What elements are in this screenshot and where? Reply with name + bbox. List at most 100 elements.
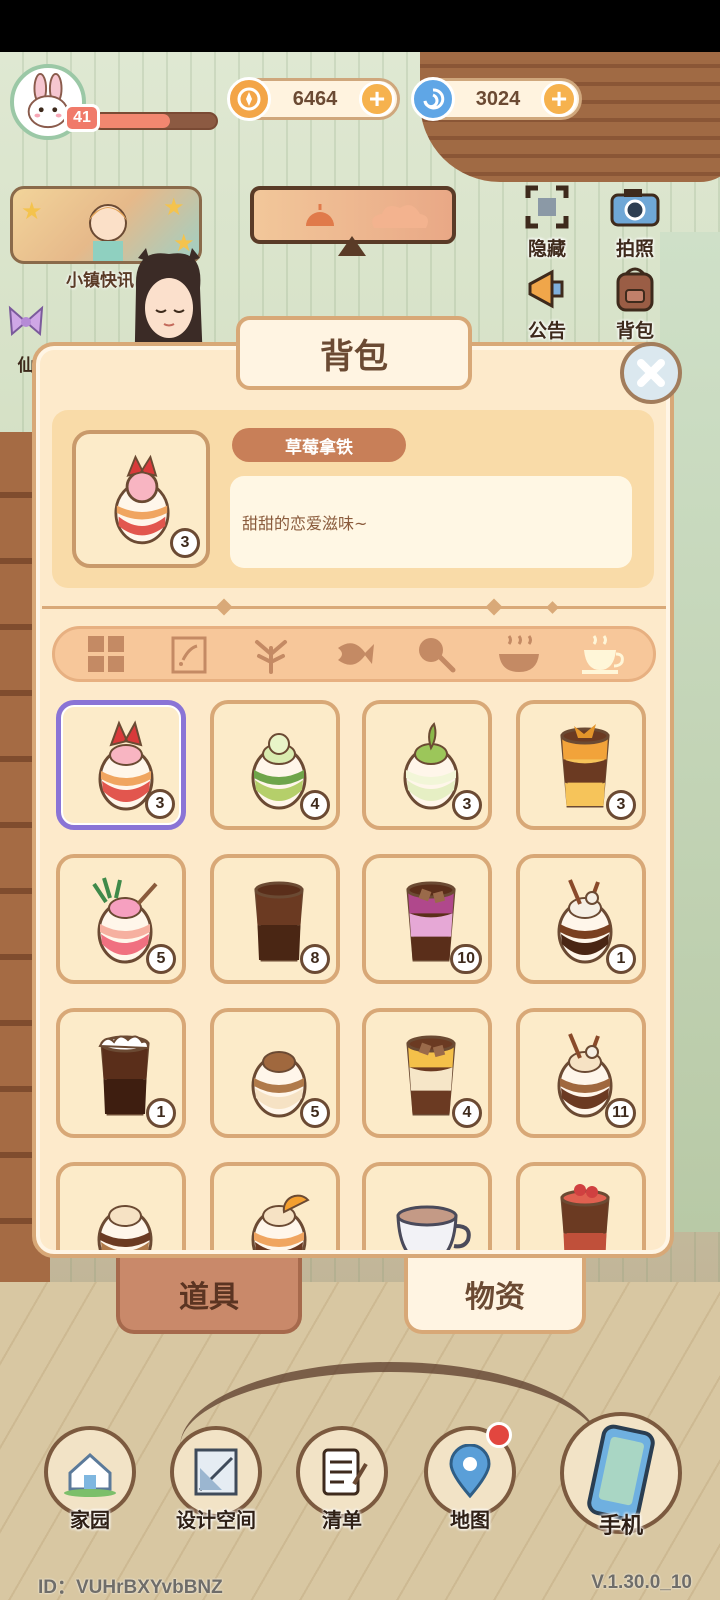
inventory-slot[interactable] (362, 1162, 492, 1250)
coin-counter: 6464 + (227, 77, 400, 121)
star-icon: ★ (21, 197, 43, 225)
item-count: 4 (300, 790, 330, 820)
camera-button[interactable]: 拍照 (600, 180, 670, 261)
nav-design-label: 设计空间 (176, 1508, 256, 1532)
nav-home[interactable]: 家园 (40, 1426, 140, 1533)
coffee-cup-icon (581, 635, 624, 674)
level-badge: 41 (64, 104, 100, 132)
inventory-slot[interactable] (516, 1162, 646, 1250)
announcement-label: 公告 (527, 320, 566, 342)
inventory-slot[interactable]: 11 (516, 1008, 646, 1138)
camera-icon (608, 180, 662, 234)
xp-progress-fill (94, 114, 170, 128)
item-count: 1 (146, 1098, 176, 1128)
selected-item-name: 草莓拿铁 (232, 428, 406, 462)
fish-icon (337, 643, 374, 665)
category-tab-bar (52, 626, 656, 682)
item-count: 5 (300, 1098, 330, 1128)
modal-title: 背包 (236, 316, 472, 390)
map-notification-badge (486, 1422, 512, 1448)
latte-cup-drink-icon (396, 1205, 471, 1250)
inventory-slot[interactable]: 5 (210, 1008, 340, 1138)
version-label: V.1.30.0_10 (591, 1572, 692, 1593)
item-count: 3 (606, 790, 636, 820)
strawberry-latte-icon (114, 454, 170, 545)
hide-frame-icon (520, 180, 574, 234)
close-button[interactable] (620, 342, 682, 404)
hot-bowl-icon (499, 635, 540, 672)
tab-items[interactable]: 道具 (116, 1258, 302, 1334)
cloud-icon (372, 205, 428, 228)
nav-map[interactable]: 地图 (420, 1422, 520, 1533)
close-icon (637, 359, 665, 387)
xp-progress-bar (92, 112, 218, 130)
nav-checklist[interactable]: 清单 (292, 1426, 392, 1533)
category-tab-all[interactable] (74, 630, 138, 678)
announcement-button[interactable]: 公告 (512, 262, 582, 343)
player-id: ID：VUHrBXYvbBNZ (38, 1577, 223, 1598)
weather-pointer-icon (338, 236, 366, 256)
coin-value: 6464 (292, 87, 338, 110)
add-coins-button[interactable]: + (359, 81, 395, 117)
inventory-slot[interactable]: 3 (56, 700, 186, 830)
swirl-gem-icon (411, 77, 455, 121)
item-count: 4 (452, 1098, 482, 1128)
inventory-slot[interactable]: 1 (56, 1008, 186, 1138)
category-tab-dishes[interactable] (487, 630, 551, 678)
nav-design-space[interactable]: 设计空间 (164, 1426, 268, 1533)
item-count: 10 (450, 944, 482, 974)
selected-item-preview: 3 (72, 430, 210, 568)
orange-coffee-drink-icon (251, 1194, 310, 1250)
item-count: 3 (145, 789, 175, 819)
section-divider (42, 606, 666, 609)
item-count: 8 (300, 944, 330, 974)
item-count: 11 (605, 1098, 636, 1128)
category-tab-plants[interactable] (239, 630, 303, 678)
coin-icon (227, 77, 271, 121)
star-icon: ★ (163, 193, 185, 221)
inventory-slot[interactable]: 1 (516, 854, 646, 984)
category-tab-drinks[interactable] (570, 630, 634, 678)
game-scene: 41 6464 + 3024 + ★ ★ ★ 小镇快讯 仙 隐藏 拍照 公告 背… (0, 52, 720, 1600)
hide-button[interactable]: 隐藏 (512, 180, 582, 261)
nav-phone-label: 手机 (598, 1514, 643, 1539)
category-tab-meat[interactable] (405, 630, 469, 678)
nav-phone[interactable]: 手机 (556, 1412, 686, 1540)
inventory-slot[interactable]: 8 (210, 854, 340, 984)
item-count: 1 (606, 944, 636, 974)
drumstick-icon (418, 638, 456, 673)
plain-coffee-drink-icon (97, 1205, 153, 1250)
inventory-slot[interactable]: 3 (362, 700, 492, 830)
plant-sprout-icon (255, 640, 288, 674)
item-grid: 3 4 3 3 5 8 10 1 1 5 4 11 (52, 694, 656, 1250)
item-count: 5 (146, 944, 176, 974)
gem-counter: 3024 + (411, 77, 582, 121)
nav-map-label: 地图 (450, 1508, 490, 1532)
berry-coffee-drink-icon (560, 1184, 610, 1250)
selected-item-description: 甜甜的恋爱滋味~ (230, 476, 632, 568)
category-tab-seeds[interactable] (157, 630, 221, 678)
add-gems-button[interactable]: + (541, 81, 577, 117)
ribbon-bow-icon (8, 305, 44, 337)
hide-label: 隐藏 (527, 238, 566, 260)
seed-packet-icon (171, 636, 207, 674)
gem-value: 3024 (475, 87, 521, 110)
sunset-icon (306, 204, 334, 226)
inventory-slot[interactable]: 4 (362, 1008, 492, 1138)
nav-home-label: 家园 (70, 1508, 110, 1532)
inventory-slot[interactable]: 5 (56, 854, 186, 984)
inventory-slot[interactable]: 10 (362, 854, 492, 984)
selected-item-count: 3 (170, 528, 200, 558)
inventory-slot[interactable]: 4 (210, 700, 340, 830)
inventory-slot[interactable] (210, 1162, 340, 1250)
backpack-label: 背包 (615, 320, 654, 342)
tab-materials[interactable]: 物资 (404, 1258, 586, 1334)
category-tab-fish[interactable] (322, 630, 386, 678)
backpack-icon (608, 262, 662, 316)
inventory-slot[interactable] (56, 1162, 186, 1250)
nav-checklist-label: 清单 (322, 1508, 362, 1532)
backpack-button[interactable]: 背包 (600, 262, 670, 343)
camera-label: 拍照 (615, 238, 654, 260)
inventory-slot[interactable]: 3 (516, 700, 646, 830)
all-grid-icon (88, 636, 125, 672)
